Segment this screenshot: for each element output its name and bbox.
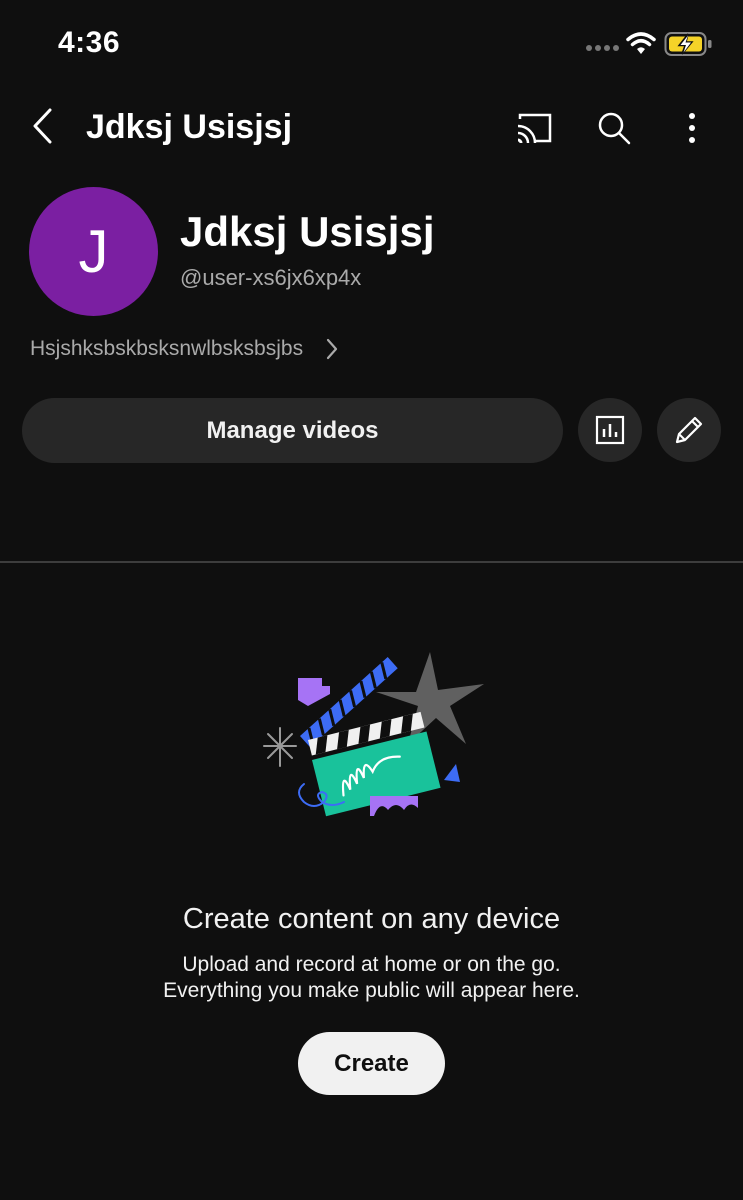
empty-state-line-1: Upload and record at home or on the go. [182,953,561,976]
more-vert-icon [689,113,695,143]
battery-charging-icon [664,32,712,56]
empty-state-line-2: Everything you make public will appear h… [163,979,580,1002]
cast-icon [517,113,552,144]
analytics-icon [595,415,625,445]
more-options-button[interactable] [670,106,714,150]
edit-button[interactable] [657,398,721,462]
back-icon [33,108,52,144]
divider [0,561,743,563]
channel-name: Jdksj Usisjsj [180,208,435,255]
channel-handle: @user-xs6jx6xp4x [180,265,362,290]
back-button[interactable] [28,106,58,146]
header-title: Jdksj Usisjsj [86,108,293,146]
triangle-shape [444,764,460,782]
channel-description[interactable]: Hsjshksbskbsksnwlbsksbsjbs [30,337,339,361]
create-button[interactable]: Create [298,1032,445,1095]
edit-icon [675,416,703,444]
wifi-icon [626,32,656,54]
clapperboard-illustration [263,652,484,817]
channel-description-text: Hsjshksbskbsksnwlbsksbsjbs [30,337,304,360]
analytics-button[interactable] [578,398,642,462]
status-bar: 4:36 [0,0,743,90]
search-button[interactable] [592,106,636,150]
purple-base-shape [370,796,418,816]
empty-state-title: Create content on any device [182,903,561,935]
manage-videos-button[interactable]: Manage videos [22,398,563,463]
app-header: Jdksj Usisjsj [0,90,743,166]
avatar[interactable]: J [29,187,158,316]
status-time: 4:36 [58,26,121,59]
sparkle-shape [263,727,297,767]
signal-icon [586,45,619,51]
cast-button[interactable] [512,106,556,150]
search-icon [598,112,631,145]
chevron-right-icon [326,338,338,360]
purple-shape [298,678,330,706]
